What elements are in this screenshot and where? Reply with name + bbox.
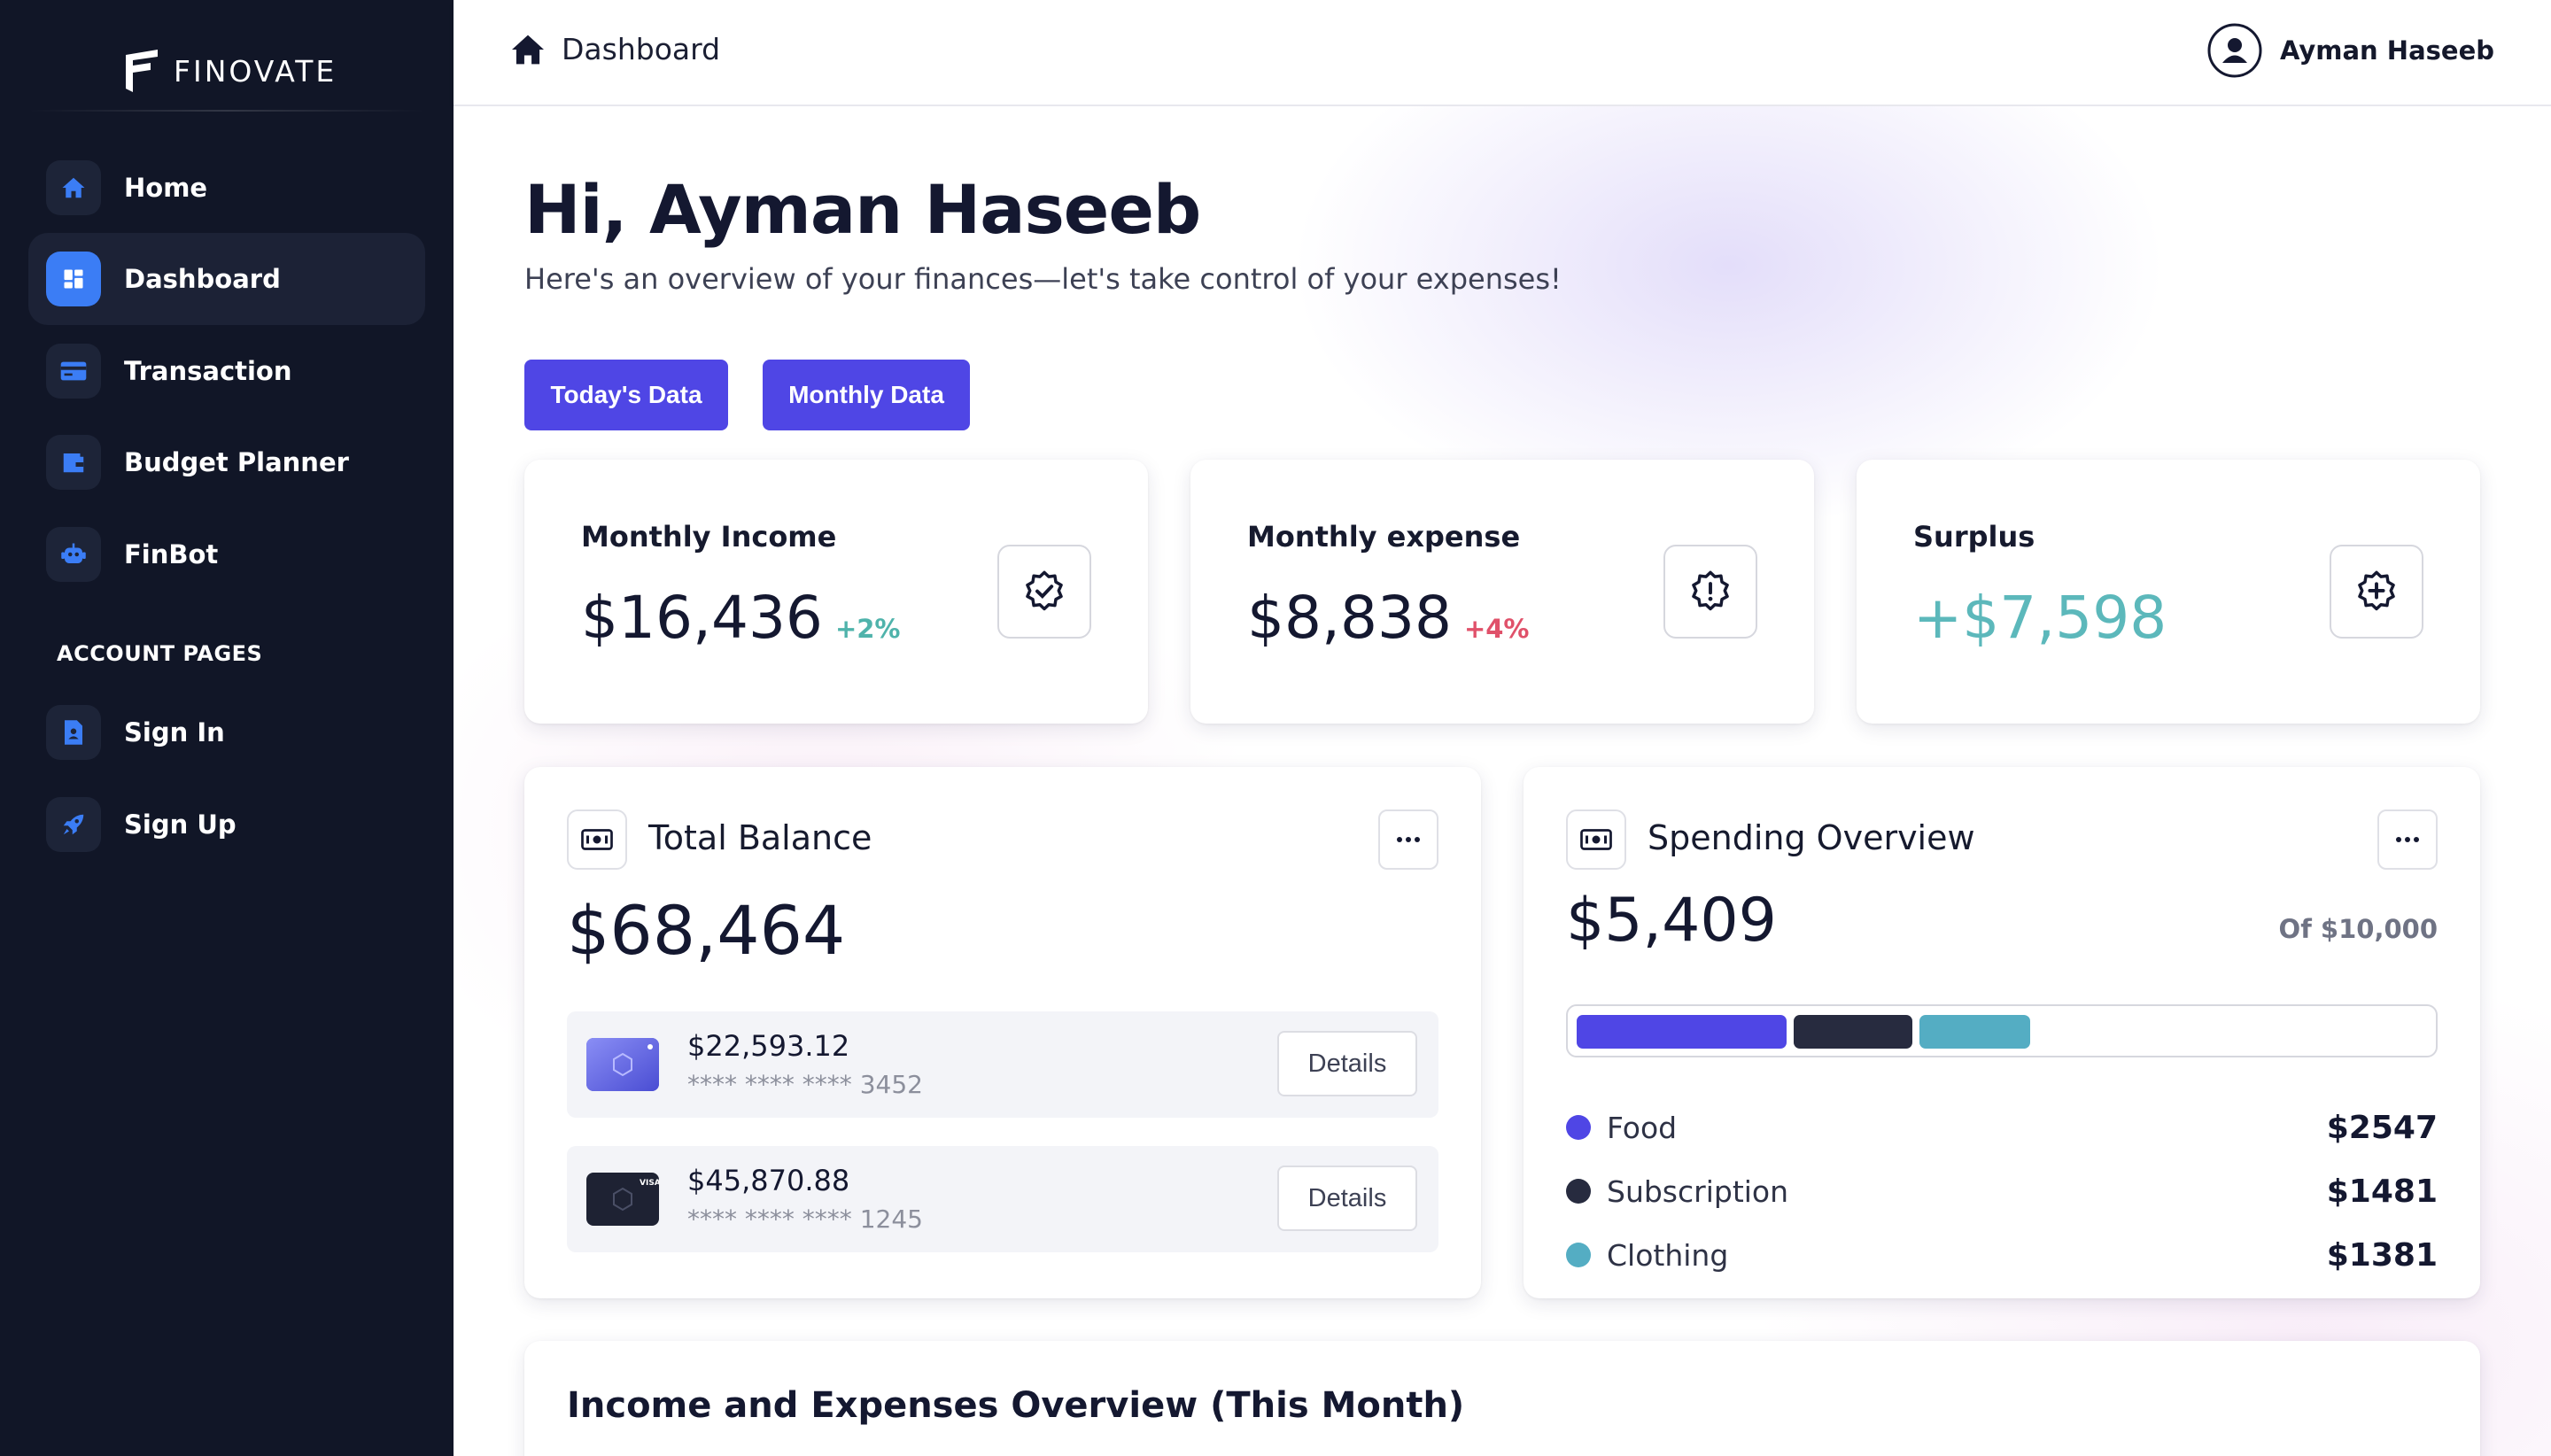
spending-limit-label: Of $10,000	[2278, 914, 2438, 944]
more-options-button[interactable]	[1378, 809, 1438, 870]
dashboard-icon	[46, 252, 101, 306]
sidebar-item-label: Budget Planner	[124, 447, 349, 477]
stat-label: Surplus	[1913, 520, 2035, 554]
sidebar-item-label: Home	[124, 173, 208, 203]
monthly-income-card: Monthly Income $16,436 +2%	[524, 460, 1148, 724]
money-icon	[567, 809, 627, 870]
home-icon	[512, 35, 544, 64]
sidebar-item-label: Dashboard	[124, 264, 281, 294]
stat-change: +2%	[834, 614, 901, 644]
sidebar-item-transaction[interactable]: Transaction	[28, 325, 425, 417]
stat-value: $8,838	[1247, 584, 1452, 652]
sidebar-divider	[28, 110, 425, 112]
sidebar-item-sign-up[interactable]: Sign Up	[28, 778, 425, 871]
money-icon	[1566, 809, 1626, 870]
legend-value: $1381	[2326, 1236, 2438, 1274]
account-row: $22,593.12 **** **** **** 3452 Details	[567, 1011, 1438, 1118]
legend-value: $2547	[2326, 1109, 2438, 1146]
legend-item: Subscription $1481	[1566, 1169, 2438, 1213]
sidebar-item-sign-in[interactable]: Sign In	[28, 686, 425, 778]
legend-item: Clothing $1381	[1566, 1233, 2438, 1277]
spending-bar-segment	[1919, 1015, 2030, 1049]
main-content: Hi, Ayman Haseeb Here's an overview of y…	[454, 106, 2551, 1456]
spending-progress-bar	[1566, 1004, 2438, 1057]
stat-label: Monthly Income	[581, 520, 837, 554]
plus-badge-icon[interactable]	[2330, 545, 2423, 639]
more-icon	[2396, 837, 2419, 842]
details-button[interactable]: Details	[1277, 1166, 1417, 1231]
credit-card-icon	[46, 344, 101, 399]
stat-change: +4%	[1463, 614, 1530, 644]
top-bar: Dashboard Ayman Haseeb	[454, 0, 2551, 106]
brand-name: FINOVATE	[174, 53, 337, 89]
rocket-icon	[46, 797, 101, 852]
legend-value: $1481	[2326, 1173, 2438, 1210]
credit-card-icon: VISA	[586, 1173, 659, 1226]
account-amount: $22,593.12	[687, 1029, 850, 1063]
finovate-logo-icon	[126, 50, 158, 92]
sidebar-item-dashboard[interactable]: Dashboard	[28, 233, 425, 325]
monthly-expense-card: Monthly expense $8,838 +4%	[1190, 460, 1814, 724]
document-icon	[46, 705, 101, 760]
sidebar-item-label: Sign In	[124, 717, 225, 747]
home-icon	[46, 160, 101, 215]
todays-data-button[interactable]: Today's Data	[524, 360, 728, 430]
check-badge-icon[interactable]	[997, 545, 1091, 639]
brand-logo[interactable]: FINOVATE	[122, 48, 337, 94]
legend-label: Clothing	[1607, 1237, 1729, 1273]
spending-bar-segment	[1794, 1015, 1912, 1049]
breadcrumb: Dashboard	[510, 32, 720, 66]
sidebar-item-label: Transaction	[124, 356, 292, 386]
svg-text:VISA: VISA	[640, 1179, 659, 1188]
monthly-data-button[interactable]: Monthly Data	[763, 360, 970, 430]
sidebar-item-home[interactable]: Home	[28, 142, 425, 234]
stat-label: Monthly expense	[1247, 520, 1521, 554]
credit-card-icon	[586, 1038, 659, 1091]
legend-dot	[1566, 1115, 1591, 1140]
alert-badge-icon[interactable]	[1663, 545, 1757, 639]
account-amount: $45,870.88	[687, 1164, 850, 1197]
page-title: Hi, Ayman Haseeb	[524, 170, 1201, 249]
account-number: **** **** **** 3452	[687, 1070, 923, 1099]
sidebar-item-finbot[interactable]: FinBot	[28, 508, 425, 600]
stat-value: $16,436	[581, 584, 823, 652]
spending-value: $5,409	[1566, 886, 1777, 956]
spending-bar-segment	[1577, 1015, 1787, 1049]
legend-dot	[1566, 1179, 1591, 1204]
stat-value: +$7,598	[1913, 584, 2167, 652]
panel-title: Total Balance	[648, 818, 872, 857]
sidebar-item-budget-planner[interactable]: Budget Planner	[28, 416, 425, 508]
legend-dot	[1566, 1243, 1591, 1267]
legend-label: Food	[1607, 1110, 1678, 1145]
income-expenses-overview-card: Income and Expenses Overview (This Month…	[524, 1341, 2480, 1456]
wallet-icon	[46, 435, 101, 490]
legend-label: Subscription	[1607, 1173, 1789, 1209]
sidebar-section-label: ACCOUNT PAGES	[57, 641, 263, 666]
surplus-card: Surplus +$7,598	[1857, 460, 2480, 724]
account-row: VISA $45,870.88 **** **** **** 1245 Deta…	[567, 1146, 1438, 1252]
more-options-button[interactable]	[2377, 809, 2438, 870]
spending-overview-card: Spending Overview $5,409 Of $10,000 Food…	[1524, 767, 2480, 1298]
panel-title: Spending Overview	[1648, 818, 1975, 857]
overview-title: Income and Expenses Overview (This Month…	[567, 1385, 1465, 1426]
legend-item: Food $2547	[1566, 1105, 2438, 1150]
account-number: **** **** **** 1245	[687, 1204, 923, 1234]
more-icon	[1397, 837, 1420, 842]
page-subtitle: Here's an overview of your finances—let'…	[524, 262, 1562, 296]
sidebar: FINOVATE Home Dashboard Transaction Budg…	[0, 0, 454, 1456]
sidebar-item-label: FinBot	[124, 539, 219, 569]
details-button[interactable]: Details	[1277, 1031, 1417, 1096]
total-balance-card: Total Balance $68,464 $22,593.12 **** **…	[524, 767, 1481, 1298]
sidebar-item-label: Sign Up	[124, 809, 236, 840]
user-name: Ayman Haseeb	[2279, 35, 2494, 66]
robot-icon	[46, 527, 101, 582]
avatar-icon	[2207, 23, 2262, 78]
user-menu[interactable]: Ayman Haseeb	[2207, 23, 2494, 78]
total-balance-value: $68,464	[567, 891, 846, 970]
breadcrumb-label: Dashboard	[562, 32, 721, 66]
